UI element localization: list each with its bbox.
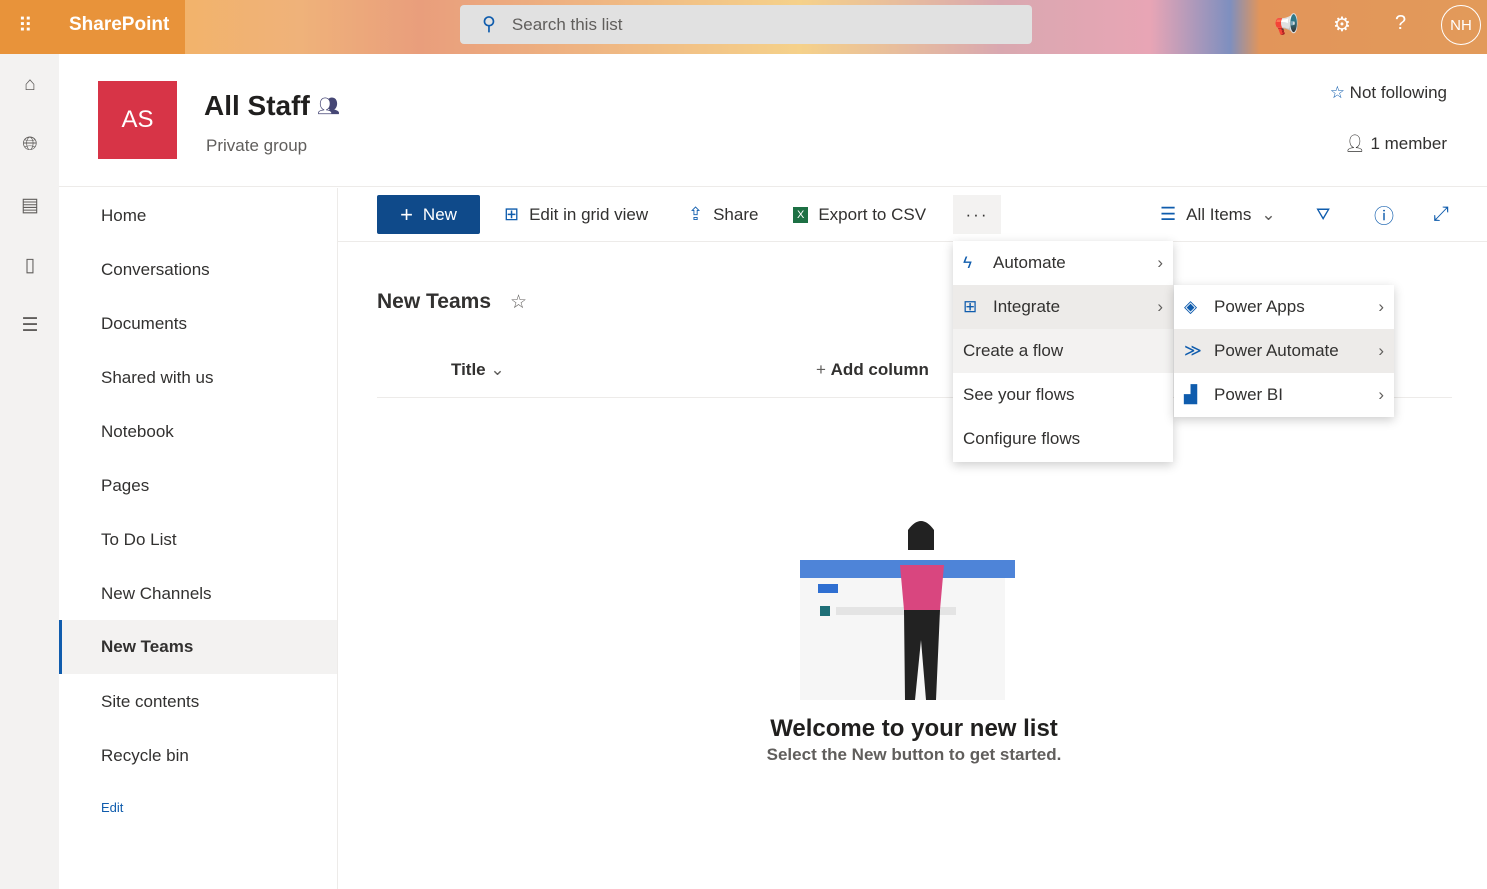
nav-shared-with-us[interactable]: Shared with us: [59, 351, 337, 405]
gear-icon[interactable]: ⚙: [1333, 12, 1351, 37]
globe-icon[interactable]: 🌐︎: [18, 134, 42, 158]
chevron-right-icon: ›: [1378, 297, 1384, 316]
submenu-item-power-apps[interactable]: ◈ Power Apps ›: [1174, 285, 1394, 329]
news-icon[interactable]: ▤: [18, 194, 42, 218]
nav-new-channels[interactable]: New Channels: [59, 567, 337, 621]
app-name[interactable]: SharePoint: [69, 14, 169, 36]
plus-icon: +: [400, 201, 413, 227]
share-label: Share: [713, 204, 759, 224]
person-icon: 👤︎: [1344, 134, 1371, 153]
power-bi-icon: ▟: [1184, 385, 1198, 404]
info-icon[interactable]: ⓘ: [1374, 195, 1394, 234]
view-label: All Items: [1186, 204, 1252, 224]
follow-button[interactable]: ☆ Not following: [1330, 83, 1447, 103]
search-icon: ⚲: [482, 14, 496, 35]
follow-label: Not following: [1349, 83, 1447, 102]
power-automate-icon: ≫: [1184, 341, 1202, 360]
site-logo[interactable]: AS: [98, 81, 177, 159]
new-label: New: [422, 204, 457, 224]
search-input[interactable]: ⚲ Search this list: [460, 5, 1032, 44]
power-apps-label: Power Apps: [1214, 297, 1305, 316]
automate-icon: ϟ: [963, 253, 972, 272]
new-button[interactable]: + New: [377, 195, 480, 234]
chevron-right-icon: ›: [1378, 341, 1384, 360]
site-title[interactable]: All Staff: [204, 90, 310, 122]
star-icon: ☆: [1329, 83, 1350, 102]
command-bar: + New ⊞ Edit in grid view ⇪ Share X Export t…: [338, 188, 1487, 242]
home-icon[interactable]: ⌂: [18, 74, 42, 98]
empty-state-subtitle: Select the New button to get started.: [766, 745, 1062, 764]
left-navigation: Home Conversations Documents Shared with…: [59, 188, 338, 889]
megaphone-icon[interactable]: 📢: [1274, 12, 1299, 37]
app-bar: ⌂ 🌐︎ ▤ ▯ ☰: [0, 54, 59, 889]
lists-icon[interactable]: ☰: [18, 314, 42, 338]
view-selector[interactable]: ☰ All Items ⌄: [1160, 195, 1276, 234]
chevron-down-icon: ⌄: [490, 360, 505, 379]
share-icon: ⇪: [688, 204, 704, 224]
teams-icon[interactable]: 👥︎: [317, 96, 340, 117]
menu-item-configure-flows[interactable]: Configure flows: [953, 417, 1173, 461]
view-lines-icon: ☰: [1160, 204, 1177, 224]
nav-new-teams[interactable]: New Teams: [59, 620, 337, 674]
more-button[interactable]: ···: [953, 195, 1001, 234]
chevron-right-icon: ›: [1157, 297, 1163, 316]
excel-icon: X: [793, 206, 809, 223]
automate-label: Automate: [993, 253, 1066, 272]
plus-icon: +: [816, 360, 831, 379]
title-column-label: Title: [451, 360, 486, 379]
add-column-button[interactable]: + Add column: [816, 360, 929, 380]
menu-item-integrate[interactable]: ⊞ Integrate ›: [953, 285, 1173, 329]
chevron-right-icon: ›: [1378, 385, 1384, 404]
add-column-label: Add column: [830, 360, 929, 379]
nav-recycle-bin[interactable]: Recycle bin: [59, 729, 337, 783]
edit-grid-button[interactable]: ⊞ Edit in grid view: [504, 195, 648, 234]
document-icon[interactable]: ▯: [18, 254, 42, 278]
menu-item-create-flow[interactable]: Create a flow: [953, 329, 1173, 373]
nav-edit-link[interactable]: Edit: [59, 781, 337, 835]
nav-site-contents[interactable]: Site contents: [59, 675, 337, 729]
empty-list-illustration: [800, 521, 1015, 700]
power-apps-icon: ◈: [1184, 297, 1198, 316]
search-placeholder: Search this list: [511, 14, 623, 34]
integrate-icon: ⊞: [963, 297, 978, 316]
favorite-star-icon[interactable]: ☆: [510, 291, 527, 314]
export-csv-button[interactable]: X Export to CSV: [793, 195, 926, 234]
grid-icon: ⊞: [504, 204, 520, 224]
members-label: 1 member: [1370, 134, 1447, 153]
site-subtitle: Private group: [206, 136, 308, 155]
nav-documents[interactable]: Documents: [59, 297, 337, 351]
submenu-item-power-bi[interactable]: ▟ Power BI ›: [1174, 373, 1394, 417]
nav-conversations[interactable]: Conversations: [59, 243, 337, 297]
power-automate-label: Power Automate: [1214, 341, 1339, 360]
chevron-down-icon: ⌄: [1261, 204, 1276, 224]
filter-icon[interactable]: ⛛: [1316, 195, 1330, 234]
suite-header: ⠿ SharePoint ⚲ Search this list 📢 ⚙ ? NH: [0, 0, 1487, 54]
members-button[interactable]: 👤︎ 1 member: [1344, 134, 1447, 154]
avatar[interactable]: NH: [1441, 5, 1481, 45]
integrate-label: Integrate: [993, 297, 1061, 316]
menu-item-see-flows[interactable]: See your flows: [953, 373, 1173, 417]
list-title: New Teams: [377, 290, 491, 313]
column-header-title[interactable]: Title ⌄: [451, 360, 505, 380]
expand-icon[interactable]: ⤢: [1433, 195, 1449, 234]
power-bi-label: Power BI: [1214, 385, 1283, 404]
help-icon[interactable]: ?: [1395, 12, 1406, 35]
more-menu: ϟ Automate › ⊞ Integrate › Create a flow See…: [953, 241, 1173, 462]
app-launcher-icon[interactable]: ⠿: [18, 15, 40, 37]
empty-state-title: Welcome to your new list: [770, 715, 1058, 742]
integrate-submenu: ◈ Power Apps › ≫ Power Automate › ▟ Power BI ›: [1174, 285, 1394, 417]
menu-item-automate[interactable]: ϟ Automate ›: [953, 241, 1173, 285]
chevron-right-icon: ›: [1157, 253, 1163, 272]
nav-pages[interactable]: Pages: [59, 459, 337, 513]
share-button[interactable]: ⇪ Share: [688, 195, 758, 234]
nav-notebook[interactable]: Notebook: [59, 405, 337, 459]
site-header: AS All Staff 👥︎ Private group ☆ Not foll…: [59, 54, 1487, 187]
submenu-item-power-automate[interactable]: ≫ Power Automate ›: [1174, 329, 1394, 373]
nav-home[interactable]: Home: [59, 189, 337, 243]
export-label: Export to CSV: [818, 204, 927, 224]
nav-to-do-list[interactable]: To Do List: [59, 513, 337, 567]
edit-grid-label: Edit in grid view: [529, 204, 649, 224]
